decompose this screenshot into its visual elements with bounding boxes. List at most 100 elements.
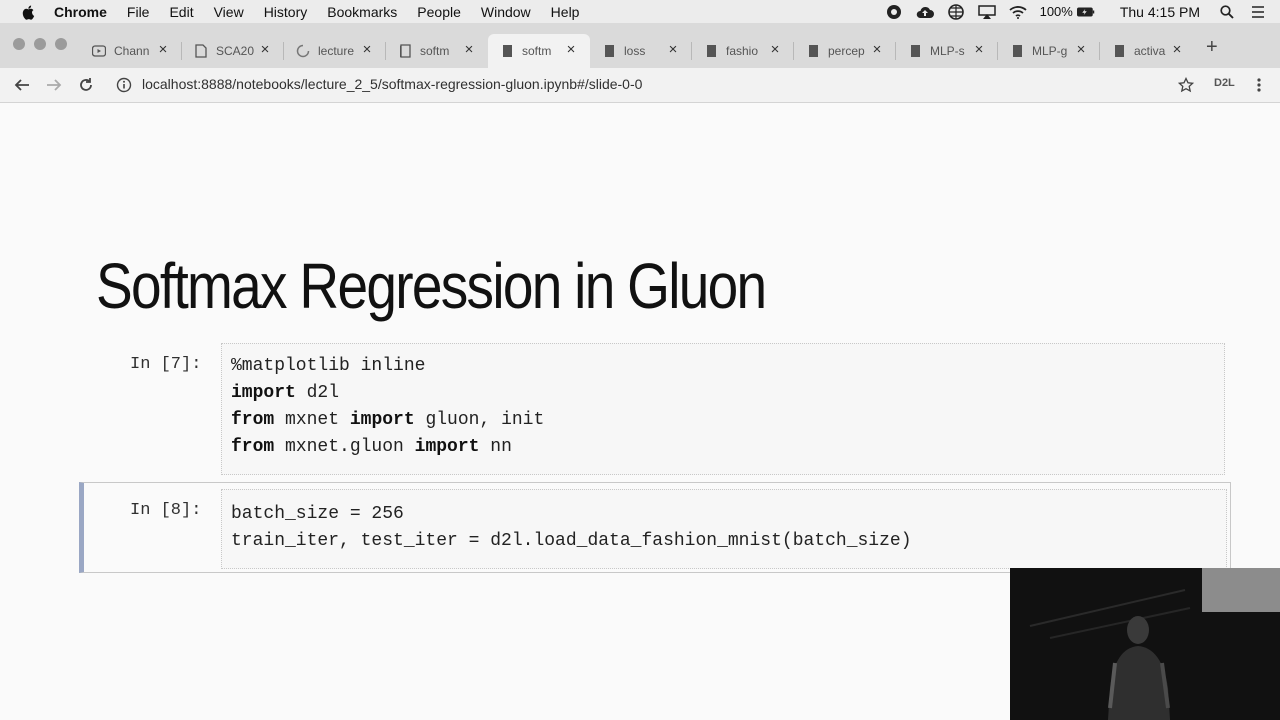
tab-close-icon[interactable]: ×	[1074, 42, 1088, 57]
status-area: 100% Thu 4:15 PM	[885, 0, 1280, 23]
arrow-left-icon	[14, 79, 29, 91]
menu-help[interactable]: Help	[551, 4, 580, 20]
zoom-window-button[interactable]	[55, 38, 67, 50]
code-keyword: import	[231, 383, 296, 403]
tab-label: percep	[828, 44, 865, 58]
creative-cloud-icon[interactable]	[885, 4, 903, 20]
bookmark-star-button[interactable]	[1175, 75, 1197, 95]
tab-perceptron[interactable]: percep ×	[794, 34, 896, 68]
code-keyword: import	[414, 437, 480, 457]
tab-close-icon[interactable]: ×	[258, 42, 272, 57]
forward-button[interactable]	[43, 75, 65, 95]
book-icon	[704, 44, 718, 58]
code-token: d2l	[295, 383, 340, 403]
menu-view[interactable]: View	[214, 4, 244, 20]
tab-mlp-scratch[interactable]: MLP-s ×	[896, 34, 998, 68]
loading-icon	[296, 44, 310, 58]
book-icon	[806, 44, 820, 58]
tab-close-icon[interactable]: ×	[1170, 42, 1184, 57]
tab-label: Chann	[114, 44, 150, 58]
notification-center-icon[interactable]	[1249, 4, 1267, 20]
tab-channel[interactable]: Chann ×	[80, 34, 182, 68]
tab-softmax-active[interactable]: softm ×	[488, 34, 590, 68]
tab-close-icon[interactable]: ×	[870, 42, 884, 57]
code-token: mxnet.gluon	[274, 437, 415, 457]
book-icon	[908, 44, 922, 58]
tab-fashion[interactable]: fashio ×	[692, 34, 794, 68]
reload-button[interactable]	[75, 75, 97, 95]
code-line: train_iter, test_iter = d2l.load_data_fa…	[231, 531, 912, 551]
more-vert-icon	[1257, 78, 1261, 92]
tab-close-icon[interactable]: ×	[768, 42, 782, 57]
new-tab-button[interactable]: +	[1206, 37, 1218, 57]
tab-label: loss	[624, 44, 646, 58]
tab-label: lecture	[318, 44, 355, 58]
code-editor[interactable]: batch_size = 256 train_iter, test_iter =…	[221, 489, 1227, 569]
menu-window[interactable]: Window	[481, 4, 531, 20]
tab-label: softm	[420, 44, 450, 58]
tab-lecture[interactable]: lecture ×	[284, 34, 386, 68]
menu-edit[interactable]: Edit	[169, 4, 193, 20]
tab-close-icon[interactable]: ×	[564, 42, 578, 57]
book-icon	[398, 44, 412, 58]
video-background-panel	[1202, 568, 1280, 612]
tab-close-icon[interactable]: ×	[156, 42, 170, 57]
chrome-menu-button[interactable]	[1248, 75, 1270, 95]
input-prompt: In [8]:	[130, 501, 202, 520]
cloud-upload-icon[interactable]	[916, 4, 934, 20]
code-line: from mxnet.gluon import nn	[231, 437, 512, 457]
apple-icon[interactable]	[21, 4, 37, 20]
menu-app-chrome[interactable]: Chrome	[54, 4, 107, 20]
battery-icon[interactable]	[1076, 4, 1095, 20]
address-bar[interactable]: localhost:8888/notebooks/lecture_2_5/sof…	[142, 76, 642, 92]
back-button[interactable]	[11, 75, 33, 95]
menu-bookmarks[interactable]: Bookmarks	[327, 4, 397, 20]
tab-label: SCA20	[216, 44, 254, 58]
tab-softmax-1[interactable]: softm ×	[386, 34, 488, 68]
tab-sca20[interactable]: SCA20 ×	[182, 34, 284, 68]
clock[interactable]: Thu 4:15 PM	[1120, 4, 1200, 20]
tab-loss[interactable]: loss ×	[590, 34, 692, 68]
code-cell-8[interactable]: In [8]: batch_size = 256 train_iter, tes…	[79, 482, 1231, 573]
code-token: gluon, init	[414, 410, 545, 430]
tab-close-icon[interactable]: ×	[462, 42, 476, 57]
tab-close-icon[interactable]: ×	[666, 42, 680, 57]
tab-close-icon[interactable]: ×	[360, 42, 374, 57]
code-line: from mxnet import gluon, init	[231, 410, 544, 430]
site-info-icon[interactable]	[116, 77, 132, 98]
close-window-button[interactable]	[13, 38, 25, 50]
book-icon	[1010, 44, 1024, 58]
battery-percent: 100%	[1039, 4, 1073, 19]
code-keyword: from	[231, 410, 275, 430]
code-token: batch_size = 256	[231, 504, 404, 524]
tab-close-icon[interactable]: ×	[972, 42, 986, 57]
spotlight-search-icon[interactable]	[1218, 4, 1236, 20]
menu-people[interactable]: People	[417, 4, 461, 20]
code-keyword: from	[231, 437, 275, 457]
minimize-window-button[interactable]	[34, 38, 46, 50]
code-editor[interactable]: %matplotlib inline import d2l from mxnet…	[221, 343, 1225, 475]
input-prompt: In [7]:	[130, 355, 202, 374]
globe-icon[interactable]	[947, 3, 965, 20]
tab-mlp-gluon[interactable]: MLP-g ×	[998, 34, 1100, 68]
airplay-icon[interactable]	[977, 4, 996, 20]
reload-icon	[80, 78, 92, 91]
book-icon	[1112, 44, 1126, 58]
code-line: %matplotlib inline	[231, 356, 425, 376]
tab-label: MLP-g	[1032, 44, 1068, 58]
page-title: Softmax Regression in Gluon	[96, 250, 767, 322]
tab-activation[interactable]: activa ×	[1100, 34, 1196, 68]
tab-label: activa	[1134, 44, 1166, 58]
d2l-extension-button[interactable]: D2L	[1214, 77, 1235, 89]
book-icon	[602, 44, 616, 58]
browser-toolbar: localhost:8888/notebooks/lecture_2_5/sof…	[0, 68, 1280, 103]
menu-file[interactable]: File	[127, 4, 150, 20]
menu-history[interactable]: History	[264, 4, 308, 20]
tab-label: MLP-s	[930, 44, 965, 58]
window-controls	[13, 38, 67, 50]
arrow-right-icon	[47, 79, 62, 91]
wifi-icon[interactable]	[1008, 4, 1027, 20]
code-cell-7[interactable]: In [7]: %matplotlib inline import d2l fr…	[80, 343, 1230, 475]
code-keyword: import	[349, 410, 415, 430]
code-token: mxnet	[274, 410, 350, 430]
